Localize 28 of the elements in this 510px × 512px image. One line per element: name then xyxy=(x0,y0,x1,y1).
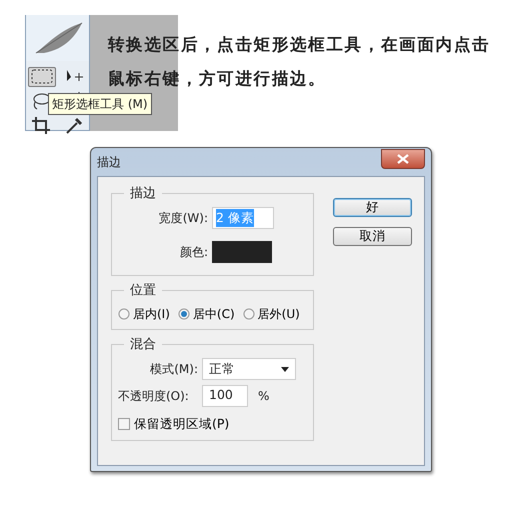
ok-button[interactable]: 好 xyxy=(333,198,412,217)
radio-option[interactable]: 居中(C) xyxy=(178,305,235,323)
field-label: 不透明度(O): xyxy=(118,388,190,405)
caret-icon xyxy=(281,366,289,372)
tool-button[interactable] xyxy=(28,67,56,87)
blend-mode-dropdown[interactable]: 正常 xyxy=(202,358,296,380)
field-label: 模式(M): xyxy=(149,361,198,378)
opacity-field[interactable]: 100 xyxy=(202,385,248,407)
radio-icon xyxy=(178,308,190,320)
group-legend: 位置 xyxy=(124,284,162,297)
radio-option[interactable]: 居外(U) xyxy=(242,305,300,323)
cancel-button[interactable]: 取消 xyxy=(333,227,412,246)
tooltip: 矩形选框工具 (M) xyxy=(48,93,152,115)
color-swatch[interactable] xyxy=(212,241,272,263)
radio-icon xyxy=(118,308,130,320)
preserve-checkbox[interactable]: 保留透明区域(P) xyxy=(118,415,230,434)
close-icon xyxy=(397,154,409,164)
radio-icon xyxy=(242,308,255,320)
checkbox-icon xyxy=(118,418,130,430)
group-legend: 混合 xyxy=(124,338,162,351)
dialog-title: 描边 xyxy=(97,154,121,171)
group-legend: 描边 xyxy=(124,187,162,200)
unit-label: % xyxy=(258,388,270,405)
field-label: 颜色: xyxy=(178,244,208,261)
field-label: 宽度(W): xyxy=(158,210,208,227)
close-button[interactable] xyxy=(381,149,425,169)
radio-option[interactable]: 居内(I) xyxy=(118,305,170,323)
instruction-text: 转换选区后，点击矩形选框工具，在画面内点击鼠标右键，方可进行描边。 xyxy=(108,34,492,90)
